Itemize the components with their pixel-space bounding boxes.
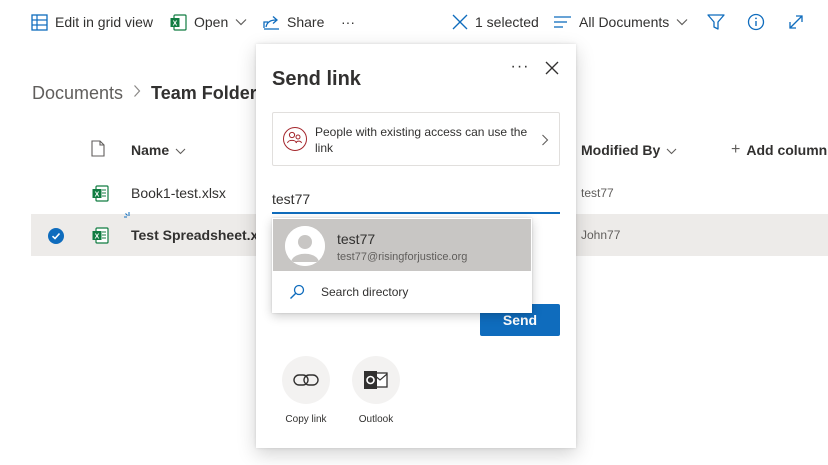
chevron-right-icon [133, 84, 141, 103]
row-checkmark-icon[interactable] [48, 228, 64, 244]
clear-selection-button[interactable]: 1 selected [452, 0, 539, 44]
suggestion-item[interactable]: test77 test77@risingforjustice.org [273, 219, 531, 271]
outlook-option[interactable]: Outlook [346, 356, 406, 425]
plus-icon: + [731, 141, 741, 158]
link-icon [282, 356, 330, 404]
file-type-header[interactable] [91, 128, 105, 172]
grid-icon [31, 13, 48, 31]
name-column-header[interactable]: Name [131, 128, 186, 172]
recipient-input[interactable]: test77 [272, 186, 560, 214]
more-actions-button[interactable]: ··· [341, 0, 355, 44]
breadcrumb-current: Team Folder [151, 83, 257, 103]
people-suggestions: test77 test77@risingforjustice.org Searc… [272, 218, 532, 313]
chevron-down-icon [666, 142, 677, 158]
info-button[interactable] [747, 0, 765, 44]
suggestion-email: test77@risingforjustice.org [337, 251, 468, 263]
close-icon [542, 61, 562, 82]
close-button[interactable] [542, 58, 562, 78]
svg-text:X: X [95, 191, 100, 198]
modified-by: John77 [581, 228, 621, 242]
link-access-setting[interactable]: People with existing access can use the … [272, 112, 560, 166]
outlook-icon [352, 356, 400, 404]
add-column-button[interactable]: + Add column [731, 128, 827, 172]
people-icon [283, 127, 307, 151]
filter-button[interactable] [707, 0, 725, 44]
search-directory-label: Search directory [321, 285, 409, 299]
breadcrumb: Documents Team Folder [32, 83, 257, 104]
share-label: Share [287, 14, 325, 30]
open-label: Open [194, 14, 229, 30]
modified-by-header-label: Modified By [581, 142, 661, 158]
copy-link-label: Copy link [285, 414, 327, 425]
list-view-icon [554, 15, 572, 29]
command-bar: Edit in grid view X Open Share ··· 1 sel… [0, 0, 828, 44]
copy-link-option[interactable]: Copy link [276, 356, 336, 425]
edit-grid-view-button[interactable]: Edit in grid view [31, 0, 153, 44]
filter-icon [707, 13, 725, 31]
open-button[interactable]: X Open [170, 0, 247, 44]
excel-icon: X [170, 13, 187, 31]
dialog-title: Send link [272, 68, 361, 90]
edit-grid-view-label: Edit in grid view [55, 14, 154, 30]
more-actions-label: ··· [341, 14, 355, 30]
avatar [285, 226, 325, 266]
document-icon [91, 140, 105, 160]
dialog-more-button[interactable]: ··· [509, 56, 531, 78]
svg-text:X: X [95, 233, 100, 240]
suggestion-name: test77 [337, 231, 376, 247]
expand-icon [788, 14, 804, 30]
access-description: People with existing access can use the … [315, 125, 528, 155]
chevron-down-icon [175, 142, 186, 158]
share-icon [263, 15, 280, 30]
excel-icon: X [92, 172, 109, 214]
chevron-right-icon [541, 133, 549, 151]
view-switcher[interactable]: All Documents [554, 0, 688, 44]
view-label: All Documents [579, 14, 670, 30]
excel-icon: X [92, 214, 109, 256]
info-icon [747, 13, 765, 31]
share-button[interactable]: Share [263, 0, 324, 44]
expand-button[interactable] [788, 0, 804, 44]
name-header-label: Name [131, 142, 170, 158]
search-directory-button[interactable]: Search directory [272, 274, 532, 310]
breadcrumb-documents[interactable]: Documents [32, 83, 123, 104]
close-icon [452, 14, 468, 30]
svg-text:X: X [173, 20, 178, 27]
modified-by-column-header[interactable]: Modified By [581, 128, 677, 172]
modified-by: test77 [581, 186, 614, 200]
chevron-down-icon [235, 18, 247, 26]
search-icon [289, 284, 305, 305]
chevron-down-icon [676, 18, 688, 26]
outlook-label: Outlook [358, 414, 394, 425]
file-name[interactable]: Book1-test.xlsx [131, 172, 226, 214]
selected-count: 1 selected [475, 14, 539, 30]
add-column-label: Add column [746, 142, 828, 158]
